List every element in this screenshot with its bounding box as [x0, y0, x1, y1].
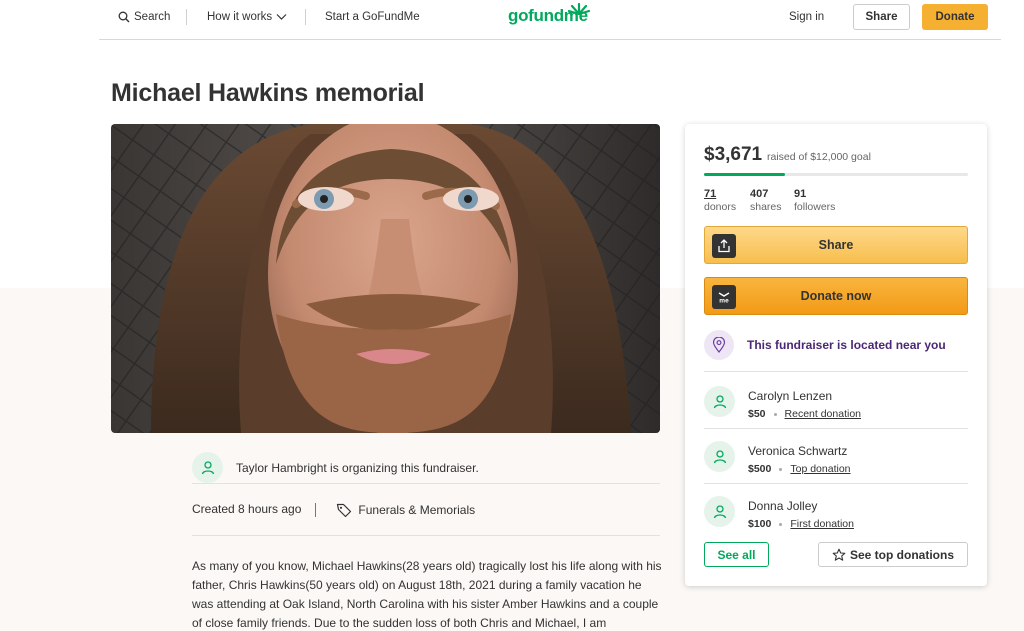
user-icon [201, 460, 214, 474]
logo-rays-icon [567, 3, 591, 15]
shares-label: shares [750, 201, 782, 213]
progress-fill [704, 173, 785, 176]
donor-name: Veronica Schwartz [748, 444, 848, 458]
donate-now-button[interactable]: me Donate now [704, 277, 968, 315]
sign-in-label: Sign in [789, 11, 825, 23]
created-time: Created 8 hours ago [192, 502, 302, 516]
campaign-meta: Created 8 hours ago Funerals & Memorials [192, 502, 660, 536]
goal-text: raised of $12,000 goal [767, 151, 871, 163]
donation-amount: $500 [748, 463, 772, 475]
donation-type-link[interactable]: Top donation [790, 463, 850, 475]
followers-label: followers [794, 201, 836, 213]
portrait-image [111, 124, 660, 433]
organizer-avatar [192, 452, 223, 483]
donation-item: Donna Jolley $100 First donation [704, 484, 968, 539]
how-it-works-label: How it works [207, 11, 273, 23]
campaign-photo[interactable] [111, 124, 660, 433]
donation-type-link[interactable]: Recent donation [785, 408, 861, 420]
organizer-row: Taylor Hambright is organizing this fund… [192, 452, 660, 484]
svg-text:me: me [719, 298, 729, 305]
chevron-down-icon [276, 14, 287, 20]
donation-item: Carolyn Lenzen $50 Recent donation [704, 374, 968, 429]
user-icon [713, 449, 726, 463]
organizer-text: Taylor Hambright is organizing this fund… [236, 460, 479, 475]
donor-name: Donna Jolley [748, 499, 818, 513]
followers-count: 91 [794, 188, 807, 200]
amount-raised: $3,671 [704, 144, 763, 165]
see-top-donations-button[interactable]: See top donations [818, 542, 968, 567]
donation-type-link[interactable]: First donation [790, 518, 854, 530]
donor-avatar [704, 386, 735, 417]
donate-now-label: Donate now [800, 289, 872, 303]
donation-sidebar: $3,671 raised of $12,000 goal 71 donors … [685, 124, 987, 586]
share-button[interactable]: Share [704, 226, 968, 264]
page-title: Michael Hawkins memorial [111, 79, 425, 107]
nav-divider [186, 9, 187, 25]
separator-dot [773, 412, 777, 416]
location-pin-icon [704, 330, 734, 360]
star-icon [832, 548, 846, 561]
stat-shares: 407 shares [750, 188, 782, 214]
upload-icon [712, 234, 736, 258]
separator-dot [779, 467, 783, 471]
start-gofundme-label: Start a GoFundMe [325, 11, 420, 23]
donors-count: 71 [704, 188, 717, 200]
meta-divider [315, 503, 317, 517]
user-icon [713, 394, 726, 408]
progress-bar [704, 173, 968, 176]
sign-in-link[interactable]: Sign in [789, 11, 824, 23]
header-donate-button[interactable]: Donate [922, 4, 988, 30]
how-it-works-menu[interactable]: How it works [207, 11, 287, 23]
donor-avatar [704, 441, 735, 472]
share-button-label: Share [818, 238, 854, 252]
search-icon [118, 11, 130, 23]
story-text: As many of you know, Michael Hawkins(28 … [192, 559, 662, 630]
donors-label: donors [704, 201, 737, 213]
category-link[interactable]: Funerals & Memorials [336, 502, 475, 518]
gofundme-icon: me [712, 285, 736, 309]
see-all-button[interactable]: See all [704, 542, 769, 567]
search-label: Search [134, 11, 171, 23]
top-navigation: Search How it works Start a GoFundMe gof… [99, 0, 1001, 40]
shares-count: 407 [750, 188, 769, 200]
search-link[interactable]: Search [118, 11, 170, 23]
stat-donors[interactable]: 71 donors [704, 188, 736, 214]
location-notice: This fundraiser is located near you [704, 330, 968, 372]
start-gofundme-link[interactable]: Start a GoFundMe [325, 11, 420, 23]
donor-avatar [704, 496, 735, 527]
donation-item: Veronica Schwartz $500 Top donation [704, 429, 968, 484]
category-label: Funerals & Memorials [358, 503, 476, 517]
user-icon [713, 504, 726, 518]
location-text: This fundraiser is located near you [747, 338, 946, 352]
see-top-donations-label: See top donations [849, 547, 954, 562]
separator-dot [779, 522, 783, 526]
donation-amount: $100 [748, 518, 772, 530]
tag-icon [337, 503, 352, 518]
nav-divider [305, 9, 306, 25]
donation-amount: $50 [748, 408, 766, 420]
header-share-button[interactable]: Share [853, 4, 910, 30]
stat-followers: 91 followers [794, 188, 835, 214]
donor-name: Carolyn Lenzen [748, 389, 833, 403]
